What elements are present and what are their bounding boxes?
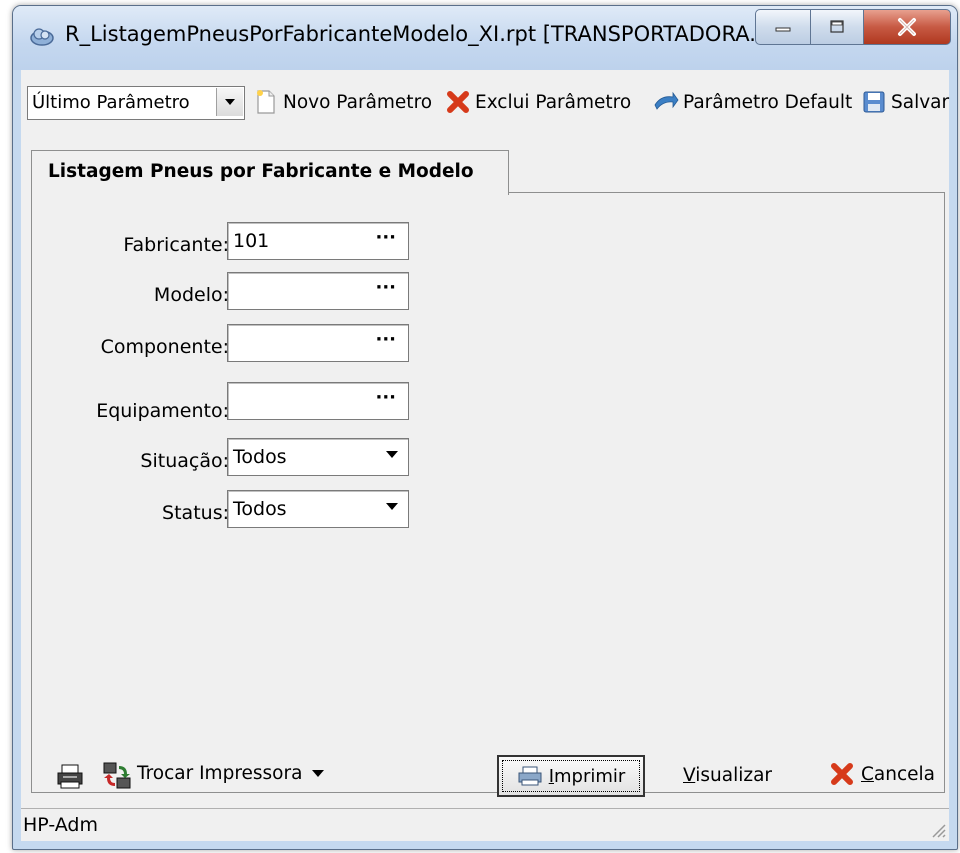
cloud-icon bbox=[30, 28, 54, 46]
parametro-default-label: Parâmetro Default bbox=[683, 91, 853, 113]
fabricante-value: 101 bbox=[233, 230, 270, 252]
status-select[interactable]: Todos bbox=[227, 490, 409, 528]
printer-icon bbox=[518, 766, 542, 786]
trocar-impressora-button[interactable]: Trocar Impressora bbox=[137, 763, 325, 784]
modelo-lookup-button[interactable]: ··· bbox=[375, 277, 396, 298]
situacao-value: Todos bbox=[233, 446, 287, 468]
componente-label: Componente: bbox=[100, 336, 229, 358]
chevron-down-icon[interactable] bbox=[386, 451, 398, 458]
visualizar-label-rest: isualizar bbox=[695, 765, 773, 786]
status-label: Status: bbox=[162, 502, 229, 524]
novo-parametro-button[interactable]: Novo Parâmetro bbox=[253, 88, 432, 116]
delete-x-icon bbox=[445, 89, 471, 115]
status-text: HP-Adm bbox=[23, 814, 98, 836]
status-value: Todos bbox=[233, 498, 287, 520]
parametro-default-button[interactable]: Parâmetro Default bbox=[653, 88, 852, 116]
cancel-x-icon bbox=[831, 763, 853, 785]
situacao-select[interactable]: Todos bbox=[227, 438, 409, 476]
salvar-label: Salvar bbox=[891, 91, 950, 113]
equipamento-lookup-button[interactable]: ··· bbox=[375, 387, 396, 408]
situacao-label: Situação: bbox=[140, 450, 229, 472]
window-controls bbox=[755, 9, 951, 45]
toolbar: Último Parâmetro Novo Parâmetro Exclui P… bbox=[21, 70, 949, 130]
new-document-icon bbox=[253, 89, 279, 115]
cancela-accel: C bbox=[861, 763, 874, 785]
report-parameters-window: R_ListagemPneusPorFabricanteModelo_XI.rp… bbox=[12, 5, 958, 850]
tab-panel bbox=[31, 192, 945, 793]
fabricante-field[interactable]: 101 ··· bbox=[227, 222, 409, 260]
exclui-parametro-label: Exclui Parâmetro bbox=[475, 91, 632, 113]
componente-lookup-button[interactable]: ··· bbox=[375, 329, 396, 350]
exclui-parametro-button[interactable]: Exclui Parâmetro bbox=[445, 88, 631, 116]
maximize-button[interactable] bbox=[811, 9, 864, 45]
fabricante-lookup-button[interactable]: ··· bbox=[375, 227, 396, 248]
close-button[interactable] bbox=[864, 9, 951, 45]
status-bar: HP-Adm bbox=[21, 808, 949, 841]
salvar-button[interactable]: Salvar bbox=[861, 88, 949, 116]
componente-field[interactable]: ··· bbox=[227, 324, 409, 362]
parameter-combo[interactable]: Último Parâmetro bbox=[27, 86, 245, 120]
visualizar-accel: V bbox=[683, 765, 696, 786]
save-icon bbox=[861, 89, 887, 115]
tab-label: Listagem Pneus por Fabricante e Modelo bbox=[48, 161, 474, 182]
equipamento-field[interactable]: ··· bbox=[227, 382, 409, 420]
resize-grip-icon[interactable] bbox=[929, 821, 947, 839]
combo-dropdown-button[interactable] bbox=[216, 88, 243, 116]
imprimir-button-face: Imprimir bbox=[502, 760, 640, 792]
parameter-combo-value: Último Parâmetro bbox=[32, 92, 190, 113]
novo-parametro-label: Novo Parâmetro bbox=[283, 91, 433, 113]
trocar-impressora-label: Trocar Impressora bbox=[137, 763, 303, 784]
modelo-label: Modelo: bbox=[153, 284, 229, 306]
chevron-down-icon bbox=[312, 770, 325, 777]
imprimir-label: Imprimir bbox=[549, 766, 626, 787]
imprimir-button[interactable]: Imprimir bbox=[497, 755, 645, 797]
visualizar-button[interactable]: Visualizar bbox=[683, 765, 772, 786]
cancela-button[interactable]: Cancela bbox=[829, 761, 935, 787]
maximize-icon bbox=[830, 20, 844, 33]
minimize-icon bbox=[775, 27, 791, 32]
cancela-label-rest: ancela bbox=[873, 763, 936, 785]
chevron-down-icon[interactable] bbox=[386, 503, 398, 510]
client-area: Último Parâmetro Novo Parâmetro Exclui P… bbox=[21, 70, 949, 841]
printer-icon[interactable] bbox=[55, 761, 85, 791]
fabricante-label: Fabricante: bbox=[123, 234, 229, 256]
swap-printer-icon[interactable] bbox=[101, 760, 133, 792]
tab-listagem-pneus[interactable]: Listagem Pneus por Fabricante e Modelo bbox=[31, 150, 509, 195]
title-bar[interactable]: R_ListagemPneusPorFabricanteModelo_XI.rp… bbox=[13, 6, 957, 70]
default-arrow-icon bbox=[653, 89, 679, 115]
close-icon bbox=[898, 18, 916, 36]
chevron-down-icon bbox=[225, 99, 235, 105]
equipamento-label: Equipamento: bbox=[96, 400, 229, 422]
minimize-button[interactable] bbox=[755, 9, 811, 45]
window-title: R_ListagemPneusPorFabricanteModelo_XI.rp… bbox=[65, 22, 770, 46]
modelo-field[interactable]: ··· bbox=[227, 272, 409, 310]
imprimir-label-rest: mprimir bbox=[554, 765, 626, 787]
